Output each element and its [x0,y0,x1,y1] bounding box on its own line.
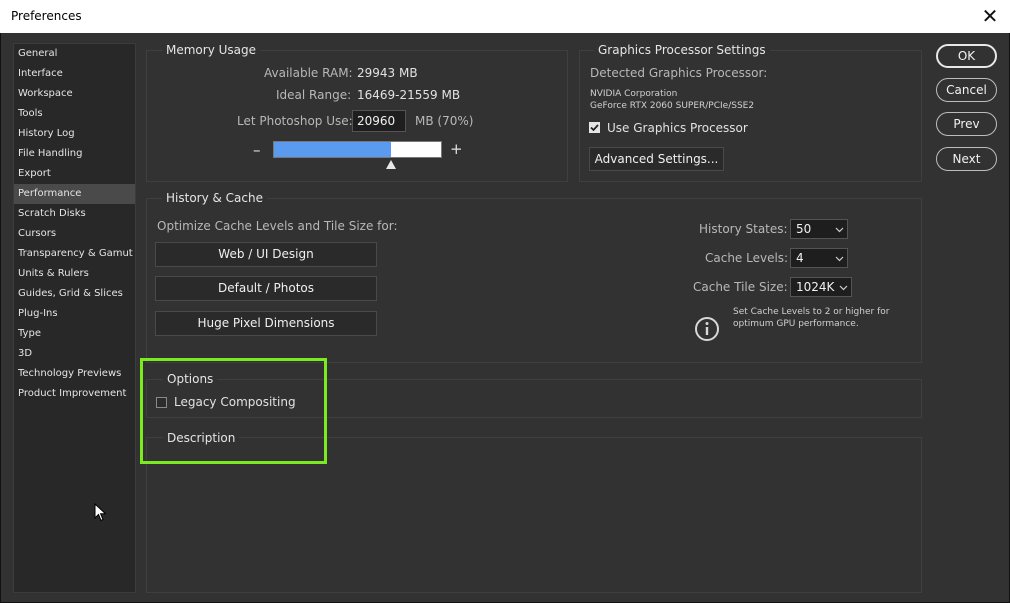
plus-button[interactable]: + [450,140,463,158]
cache-levels-select[interactable]: 4 [790,248,848,268]
sidebar-item-technology-previews[interactable]: Technology Previews [14,364,135,384]
history-states-select[interactable]: 50 [790,219,848,239]
history-states-label: History States: [699,222,788,236]
use-gpu-checkbox[interactable] [589,122,600,133]
history-cache-heading: History & Cache [162,191,267,205]
sidebar-item-scratch-disks[interactable]: Scratch Disks [14,204,135,224]
memory-slider-thumb[interactable] [386,160,397,169]
sidebar-item-cursors[interactable]: Cursors [14,224,135,244]
cache-levels-label: Cache Levels: [705,251,789,265]
preferences-sidebar: General Interface Workspace Tools Histor… [13,43,136,593]
history-states-value: 50 [796,222,812,236]
checkmark-icon [590,124,599,132]
preferences-dialog: Preferences ✕ General Interface Workspac… [0,0,1010,603]
sidebar-item-units-rulers[interactable]: Units & Rulers [14,264,135,284]
cache-info-line2: optimum GPU performance. [733,319,859,329]
gpu-model: GeForce RTX 2060 SUPER/PCIe/SSE2 [590,101,755,111]
ideal-range-label: Ideal Range: [276,88,352,102]
cache-tile-size-value: 1024K [796,280,835,294]
sidebar-item-type[interactable]: Type [14,324,135,344]
web-ui-design-button[interactable]: Web / UI Design [155,242,377,267]
memory-slider-fill [274,142,391,157]
memory-slider-track[interactable] [273,141,442,158]
default-photos-button[interactable]: Default / Photos [155,276,377,301]
detected-gpu-label: Detected Graphics Processor: [590,66,768,80]
huge-pixel-dimensions-button[interactable]: Huge Pixel Dimensions [155,311,377,336]
cancel-button[interactable]: Cancel [936,78,997,102]
sidebar-item-interface[interactable]: Interface [14,64,135,84]
highlight-box [140,358,327,464]
close-icon[interactable]: ✕ [980,6,1000,26]
window-title: Preferences [11,9,82,23]
sidebar-item-export[interactable]: Export [14,164,135,184]
sidebar-item-general[interactable]: General [14,44,135,64]
next-button[interactable]: Next [936,147,997,171]
gpu-settings-heading: Graphics Processor Settings [594,43,770,57]
chevron-down-icon [835,256,844,262]
sidebar-item-file-handling[interactable]: File Handling [14,144,135,164]
cache-levels-value: 4 [796,251,804,265]
use-gpu-label: Use Graphics Processor [607,121,748,135]
available-ram-label: Available RAM: [264,66,353,80]
sidebar-item-guides-grid-slices[interactable]: Guides, Grid & Slices [14,284,135,304]
sidebar-item-history-log[interactable]: History Log [14,124,135,144]
prev-button[interactable]: Prev [936,112,997,136]
chevron-down-icon [839,285,848,291]
advanced-settings-button[interactable]: Advanced Settings... [589,147,724,171]
photoshop-use-input[interactable]: 20960 [352,110,406,132]
sidebar-item-tools[interactable]: Tools [14,104,135,124]
cache-tile-size-label: Cache Tile Size: [693,280,788,294]
gpu-vendor: NVIDIA Corporation [590,89,678,99]
cache-info-line1: Set Cache Levels to 2 or higher for [733,307,890,317]
mouse-cursor-icon [94,503,107,522]
sidebar-item-3d[interactable]: 3D [14,344,135,364]
sidebar-item-plug-ins[interactable]: Plug-Ins [14,304,135,324]
photoshop-use-label: Let Photoshop Use: [237,114,353,128]
sidebar-item-transparency-gamut[interactable]: Transparency & Gamut [14,244,135,264]
sidebar-item-product-improvement[interactable]: Product Improvement [14,384,135,404]
sidebar-item-workspace[interactable]: Workspace [14,84,135,104]
ok-button[interactable]: OK [936,44,997,68]
title-bar: Preferences ✕ [0,0,1010,33]
available-ram-value: 29943 MB [357,66,418,80]
sidebar-item-performance[interactable]: Performance [14,184,135,204]
cache-tile-size-select[interactable]: 1024K [790,277,852,297]
ideal-range-value: 16469-21559 MB [357,88,461,102]
photoshop-use-suffix: MB (70%) [415,114,474,128]
memory-usage-heading: Memory Usage [162,43,261,57]
chevron-down-icon [835,227,844,233]
minus-button[interactable]: – [253,141,261,159]
info-icon [695,317,719,341]
optimize-label: Optimize Cache Levels and Tile Size for: [157,219,398,233]
